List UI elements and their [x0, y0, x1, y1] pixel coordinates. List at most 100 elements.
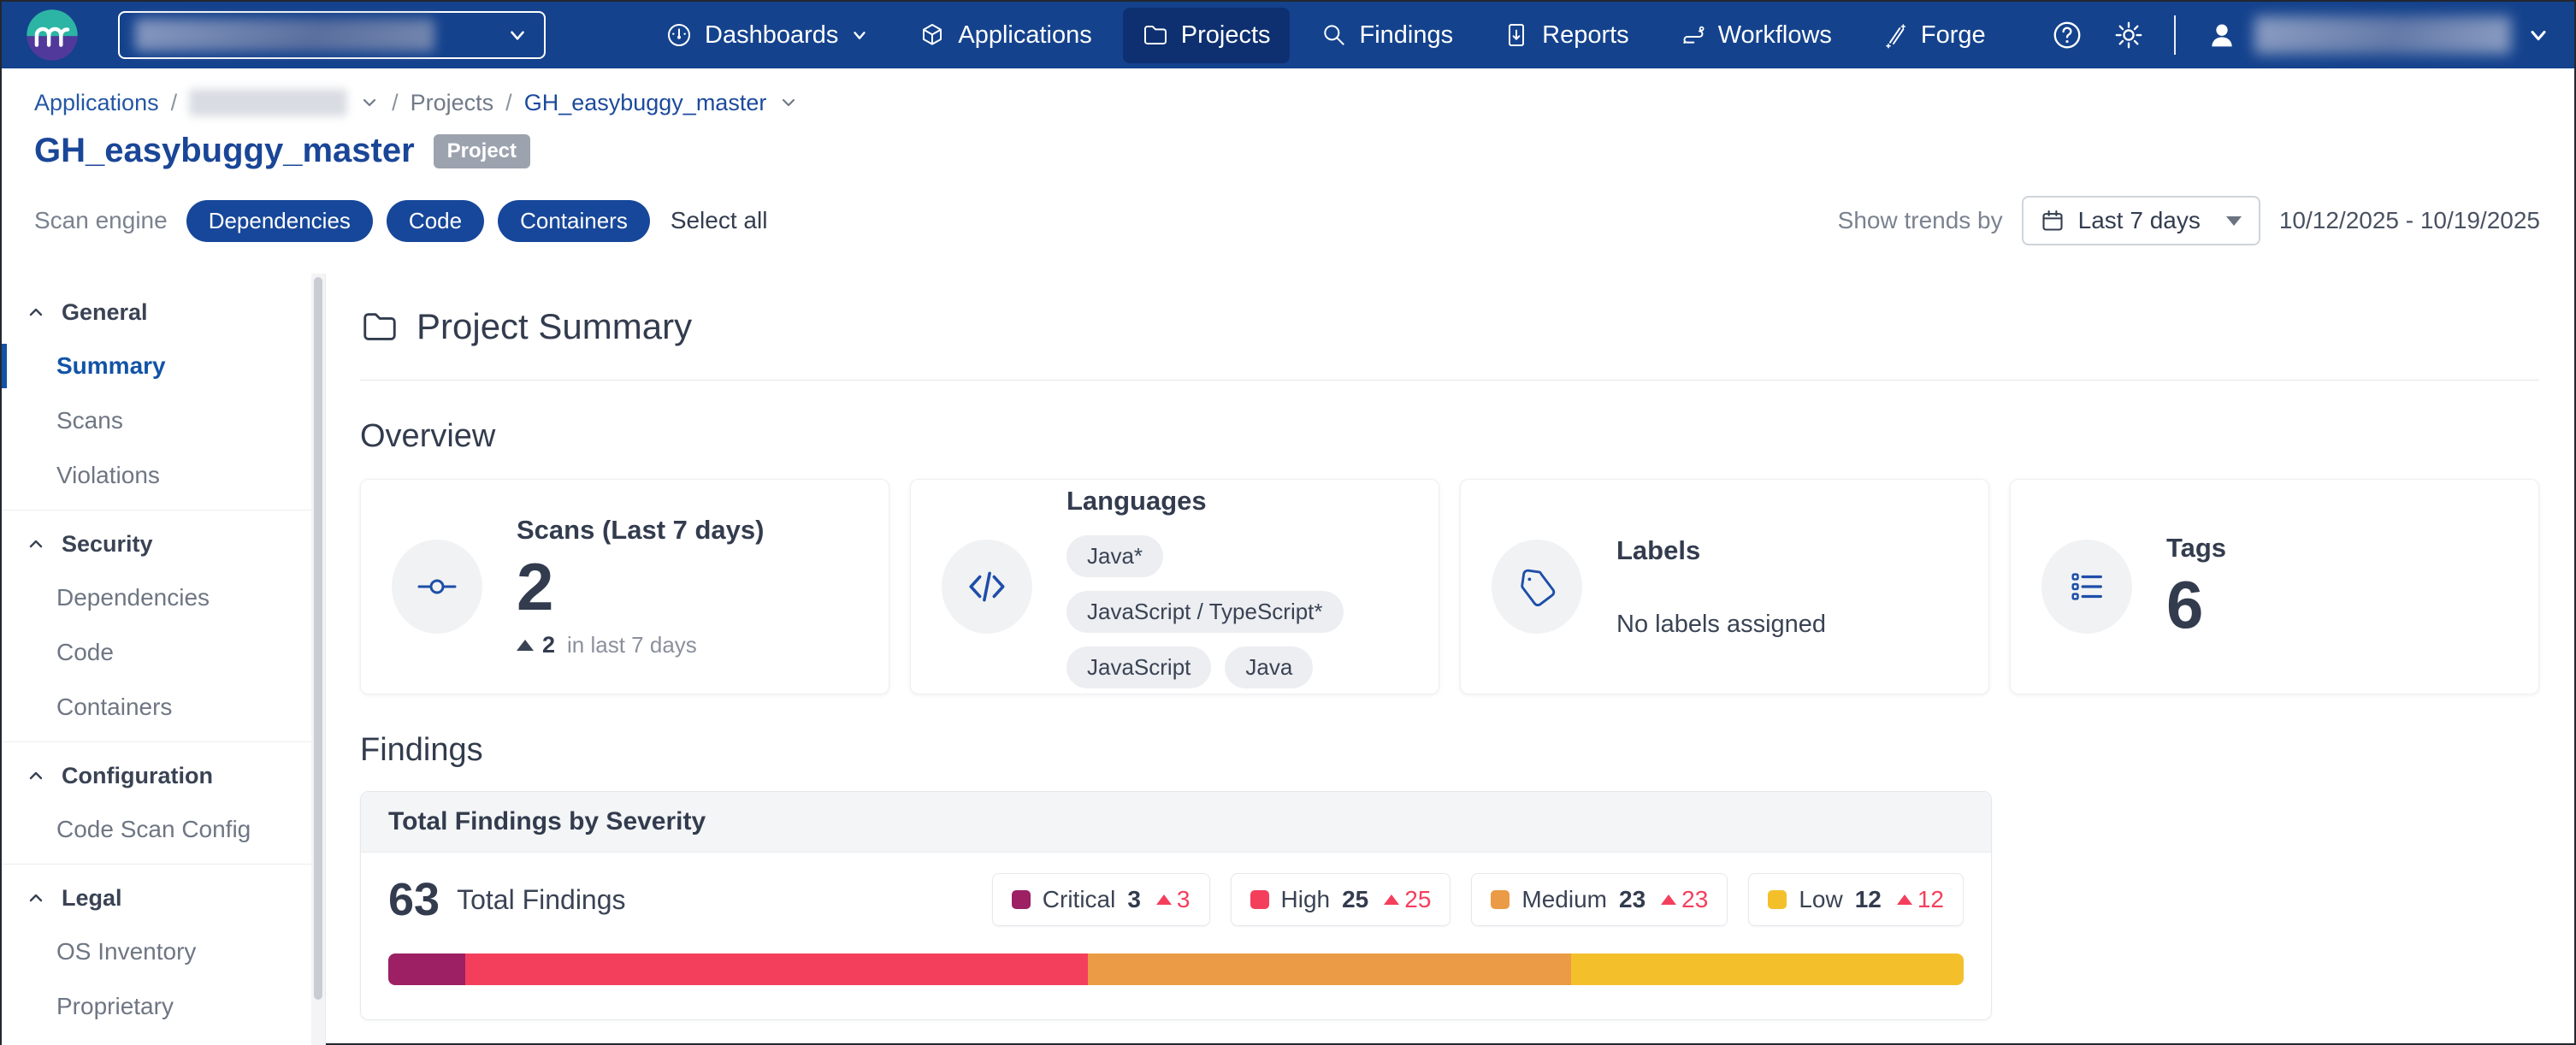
help-icon[interactable]: [2051, 19, 2083, 51]
overview-cards: Scans (Last 7 days) 2 2 in last 7 days: [360, 479, 2539, 694]
labels-card-title: Labels: [1616, 535, 1826, 566]
trend-date-range: 10/12/2025 - 10/19/2025: [2279, 207, 2540, 234]
severity-name: High: [1281, 886, 1331, 913]
severity-count: 23: [1619, 886, 1645, 913]
sidebar-item-containers[interactable]: Containers: [2, 680, 325, 735]
sidebar-item-summary[interactable]: Summary: [2, 339, 325, 393]
severity-trend: 12: [1897, 886, 1944, 913]
engine-pill-containers[interactable]: Containers: [498, 200, 650, 242]
total-findings-count: 63: [388, 873, 440, 926]
findings-severity-panel: Total Findings by Severity 63 Total Find…: [360, 791, 1992, 1020]
settings-gear-icon[interactable]: [2112, 19, 2145, 51]
nav-item-dashboards[interactable]: Dashboards: [647, 8, 888, 63]
select-all-button[interactable]: Select all: [671, 207, 768, 234]
chevron-up-icon: [26, 534, 46, 554]
trend-up-icon: [1897, 894, 1912, 905]
scan-engine-row: Scan engine Dependencies Code Containers…: [34, 196, 2540, 245]
main-panel: Project Summary Overview Scans (Last 7 d…: [326, 274, 2574, 1045]
tags-card: Tags 6: [2010, 479, 2539, 694]
severity-name: Critical: [1043, 886, 1116, 913]
chevron-down-icon: [506, 24, 529, 46]
tags-icon-circle: [2041, 540, 2132, 634]
sidebar-item-code-scan-config[interactable]: Code Scan Config: [2, 802, 325, 857]
overview-heading: Overview: [360, 418, 2539, 455]
section-divider: [360, 380, 2539, 381]
nav-item-projects[interactable]: Projects: [1123, 8, 1290, 63]
labels-icon-circle: [1492, 540, 1582, 634]
nav-item-forge[interactable]: Forge: [1863, 8, 2005, 63]
sidebar-section-configuration[interactable]: Configuration: [2, 749, 325, 802]
sidebar-section-label: Legal: [62, 885, 122, 912]
trend-up-icon: [1156, 894, 1172, 905]
nav-item-label: Workflows: [1718, 21, 1832, 50]
severity-delta: 12: [1917, 886, 1944, 913]
breadcrumb-applications-link[interactable]: Applications: [34, 90, 159, 116]
user-menu[interactable]: [2205, 16, 2550, 54]
sidebar-item-scans[interactable]: Scans: [2, 393, 325, 448]
user-name-redacted: [2254, 16, 2511, 54]
nav-item-label: Dashboards: [705, 21, 838, 50]
engine-pill-dependencies[interactable]: Dependencies: [186, 200, 373, 242]
breadcrumb: Applications / / Projects / GH_easybuggy…: [34, 89, 2540, 116]
findings-heading: Findings: [360, 732, 2539, 769]
severity-bar-segment-medium: [1088, 953, 1571, 985]
calendar-icon: [2041, 209, 2065, 233]
tags-card-title: Tags: [2166, 533, 2226, 564]
dashboards-gauge-icon: [665, 21, 693, 49]
tags-count: 6: [2166, 569, 2226, 641]
chevron-down-icon[interactable]: [778, 92, 799, 113]
forge-wand-icon: [1882, 21, 1909, 49]
scans-trend-caption: in last 7 days: [567, 632, 697, 658]
high-dot: [1250, 890, 1269, 909]
sidebar-section-legal[interactable]: Legal: [2, 871, 325, 924]
scans-icon-circle: [392, 540, 482, 634]
project-summary-header: Project Summary: [360, 306, 2539, 347]
labels-empty-text: No labels assigned: [1616, 611, 1826, 639]
severity-bar-segment-critical: [388, 953, 465, 985]
breadcrumb-projects[interactable]: Projects: [411, 90, 494, 116]
scans-count: 2: [517, 551, 764, 623]
sidebar-scrollbar-thumb[interactable]: [314, 277, 322, 1000]
findings-panel-title: Total Findings by Severity: [361, 792, 1991, 853]
code-icon: [966, 565, 1008, 608]
list-icon: [2067, 567, 2106, 606]
nav-item-workflows[interactable]: Workflows: [1660, 8, 1851, 63]
sidebar-section-security[interactable]: Security: [2, 517, 325, 570]
severity-trend: 23: [1661, 886, 1708, 913]
sidebar-item-dependencies[interactable]: Dependencies: [2, 570, 325, 625]
chevron-down-icon[interactable]: [359, 92, 380, 113]
severity-chip-critical: Critical 3 3: [992, 873, 1210, 926]
nav-item-applications[interactable]: Applications: [900, 8, 1110, 63]
scans-card-title: Scans (Last 7 days): [517, 515, 764, 546]
nav-item-reports[interactable]: Reports: [1484, 8, 1648, 63]
sidebar-item-commercial[interactable]: Commercial: [2, 1034, 325, 1045]
caret-down-icon: [2226, 216, 2242, 226]
severity-bar-segment-low: [1571, 953, 1964, 985]
sidebar-scrollbar: [311, 274, 325, 1045]
sidebar-item-violations[interactable]: Violations: [2, 448, 325, 503]
show-trends-label: Show trends by: [1838, 207, 2003, 234]
scan-commit-icon: [417, 566, 458, 607]
medium-dot: [1491, 890, 1510, 909]
labels-card: Labels No labels assigned: [1460, 479, 1989, 694]
main-nav-menu: Dashboards Applications Projects Finding…: [647, 8, 2005, 63]
engine-pill-code[interactable]: Code: [387, 200, 484, 242]
trend-period-dropdown[interactable]: Last 7 days: [2022, 196, 2260, 245]
sidebar-section-label: Configuration: [62, 763, 213, 789]
language-tag: JavaScript: [1066, 646, 1211, 688]
top-navbar: Dashboards Applications Projects Finding…: [2, 2, 2574, 68]
critical-dot: [1012, 890, 1031, 909]
chevron-up-icon: [26, 302, 46, 322]
folder-icon: [360, 307, 399, 346]
navbar-right-tools: [2051, 15, 2550, 55]
total-findings-label: Total Findings: [457, 884, 625, 916]
sidebar-section-general[interactable]: General: [2, 286, 325, 339]
findings-panel-body: 63 Total Findings Critical 3 3: [361, 853, 1991, 1019]
mend-logo[interactable]: [26, 9, 79, 62]
sidebar-item-proprietary[interactable]: Proprietary: [2, 979, 325, 1034]
nav-item-findings[interactable]: Findings: [1302, 8, 1473, 63]
org-selector-dropdown[interactable]: [118, 11, 546, 59]
sidebar-item-os-inventory[interactable]: OS Inventory: [2, 924, 325, 979]
breadcrumb-current-project[interactable]: GH_easybuggy_master: [524, 90, 767, 116]
sidebar-item-code[interactable]: Code: [2, 625, 325, 680]
